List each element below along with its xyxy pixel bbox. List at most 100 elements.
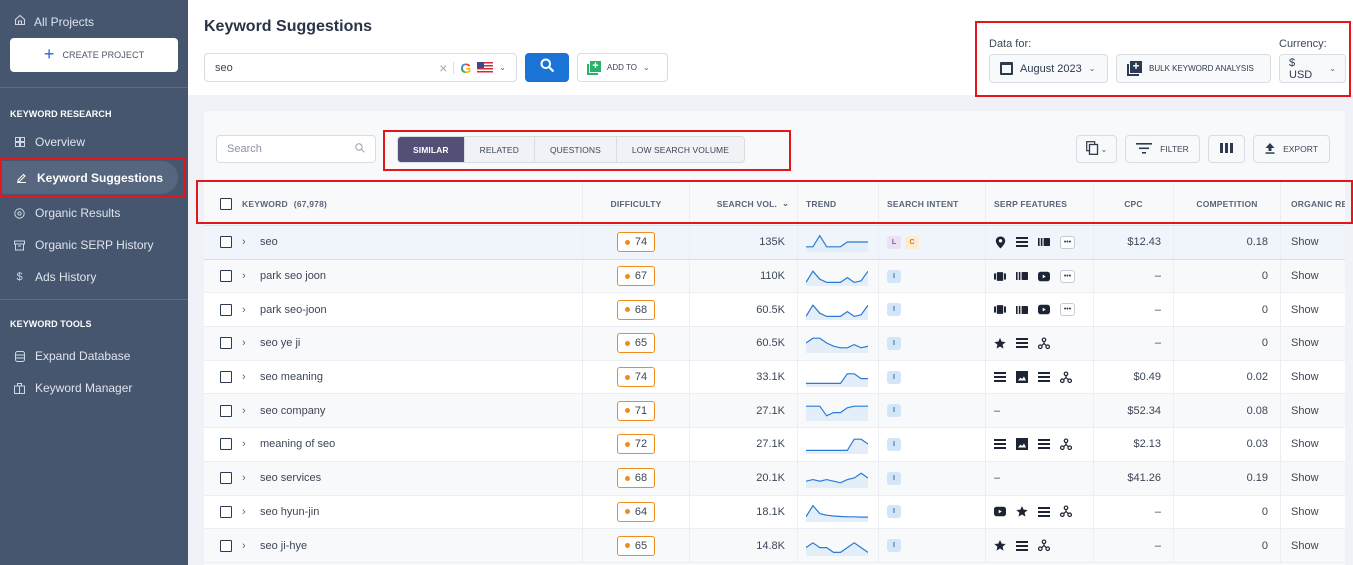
table-row[interactable]: › seo ji-hye 65 14.8K I – 0 Show [204,529,1353,563]
difficulty-badge: 74 [617,367,655,388]
table-row[interactable]: › seo services 68 20.1K I – $41.26 0.19 … [204,461,1353,496]
clear-icon[interactable]: × [439,60,447,76]
chevron-down-icon[interactable]: ⌄ [499,63,506,72]
keyword-text[interactable]: seo hyun-jin [260,506,319,518]
sidebar-item-keyword-suggestions[interactable]: Keyword Suggestions [2,161,178,194]
filter-icon [1136,142,1153,156]
columns-button[interactable] [1208,135,1245,163]
show-link[interactable]: Show [1291,506,1319,518]
sidebar-item-keyword-manager[interactable]: Keyword Manager [0,372,188,404]
table-row[interactable]: › seo company 71 27.1K I – $52.34 0.08 S… [204,394,1353,429]
pencil-icon [16,172,27,183]
table-row[interactable]: › seo 74 135K LC ••• $12.43 0.18 Show [204,226,1353,260]
show-link[interactable]: Show [1291,540,1319,552]
table-row[interactable]: › park seo joon 67 110K I ••• – 0 Show [204,259,1353,294]
keyword-text[interactable]: seo ye ji [260,337,300,349]
row-checkbox[interactable] [220,270,232,283]
show-link[interactable]: Show [1291,472,1319,484]
search-intent-cell: I [879,394,986,428]
search-intent-cell: I [879,529,986,562]
row-checkbox[interactable] [220,438,232,451]
keyword-text[interactable]: seo meaning [260,371,323,383]
divider [453,61,455,74]
expand-chevron-icon[interactable]: › [242,438,250,450]
row-checkbox[interactable] [220,371,232,384]
expand-chevron-icon[interactable]: › [242,540,250,552]
sidebar-item-expand-database[interactable]: Expand Database [0,340,188,372]
row-checkbox[interactable] [220,472,232,485]
dollar-icon: $ [16,271,23,283]
show-link[interactable]: Show [1291,236,1319,248]
difficulty-dot-icon [624,441,630,447]
copy-button[interactable]: ⌄ [1076,135,1117,163]
intent-badge: I [887,370,901,384]
expand-chevron-icon[interactable]: › [242,506,250,518]
expand-chevron-icon[interactable]: › [242,270,250,282]
table-row[interactable]: › seo ye ji 65 60.5K I – 0 Show [204,327,1353,361]
keyword-text[interactable]: seo services [260,472,321,484]
home-icon [14,14,26,29]
table-row[interactable]: › meaning of seo 72 27.1K I $2.13 0.03 S… [204,428,1353,462]
tab-questions[interactable]: QUESTIONS [535,137,617,162]
sidebar-item-ads-history[interactable]: $ Ads History [0,261,188,293]
difficulty-value: 72 [634,438,648,451]
export-button[interactable]: EXPORT [1253,135,1330,163]
create-project-button[interactable]: + CREATE PROJECT [10,38,178,72]
more-features-button[interactable]: ••• [1060,235,1075,249]
keyword-text[interactable]: seo [260,236,278,248]
us-flag-icon[interactable] [477,62,494,73]
expand-chevron-icon[interactable]: › [242,371,250,383]
sidebar-item-label: Organic Results [35,206,121,220]
competition-cell: 0 [1174,293,1281,327]
sidebar-item-label: Organic SERP History [35,238,154,252]
more-features-button[interactable]: ••• [1060,269,1075,283]
trend-cell [798,327,879,360]
tab-similar[interactable]: SIMILAR [398,137,465,162]
expand-chevron-icon[interactable]: › [242,236,250,248]
expand-chevron-icon[interactable]: › [242,472,250,484]
tab-low-search-volume[interactable]: LOW SEARCH VOLUME [617,137,744,162]
table-search-input[interactable]: Search [216,135,376,163]
currency-select[interactable]: $ USD ⌄ [1279,54,1346,83]
keyword-text[interactable]: meaning of seo [260,438,335,450]
difficulty-cell: 67 [583,259,690,293]
show-link[interactable]: Show [1291,438,1319,450]
expand-chevron-icon[interactable]: › [242,304,250,316]
show-link[interactable]: Show [1291,337,1319,349]
tab-related[interactable]: RELATED [465,137,535,162]
show-link[interactable]: Show [1291,270,1319,282]
row-checkbox[interactable] [220,404,232,417]
google-icon[interactable]: G [460,60,471,76]
row-checkbox[interactable] [220,505,232,518]
show-link[interactable]: Show [1291,405,1319,417]
keyword-text[interactable]: park seo-joon [260,304,327,316]
filter-button[interactable]: FILTER [1125,135,1200,163]
table-row[interactable]: › park seo-joon 68 60.5K I ••• – 0 Show [204,293,1353,328]
row-checkbox[interactable] [220,303,232,316]
table-row[interactable]: › seo hyun-jin 64 18.1K I – 0 Show [204,495,1353,530]
expand-chevron-icon[interactable]: › [242,405,250,417]
keyword-cell: › seo hyun-jin [204,495,583,529]
show-link[interactable]: Show [1291,304,1319,316]
sidebar-item-organic-results[interactable]: Organic Results [0,197,188,229]
row-checkbox[interactable] [220,539,232,552]
keyword-search-input[interactable]: seo × G ⌄ [204,53,517,82]
date-select[interactable]: August 2023 ⌄ [989,54,1108,83]
show-link[interactable]: Show [1291,371,1319,383]
search-intent-cell: I [879,495,986,529]
more-features-button[interactable]: ••• [1060,303,1075,317]
add-to-button[interactable]: + ADD TO ⌄ [577,53,668,82]
difficulty-cell: 65 [583,529,690,562]
keyword-text[interactable]: park seo joon [260,270,326,282]
table-row[interactable]: › seo meaning 74 33.1K I $0.49 0.02 Show [204,360,1353,395]
sidebar-item-overview[interactable]: Overview [0,126,188,158]
row-checkbox[interactable] [220,337,232,350]
expand-chevron-icon[interactable]: › [242,337,250,349]
keyword-text[interactable]: seo company [260,405,325,417]
all-projects-link[interactable]: All Projects [0,0,188,30]
row-checkbox[interactable] [220,236,232,249]
sidebar-item-organic-serp-history[interactable]: Organic SERP History [0,229,188,261]
keyword-text[interactable]: seo ji-hye [260,540,307,552]
bulk-keyword-analysis-button[interactable]: + BULK KEYWORD ANALYSIS [1116,54,1271,83]
search-button[interactable] [525,53,569,82]
